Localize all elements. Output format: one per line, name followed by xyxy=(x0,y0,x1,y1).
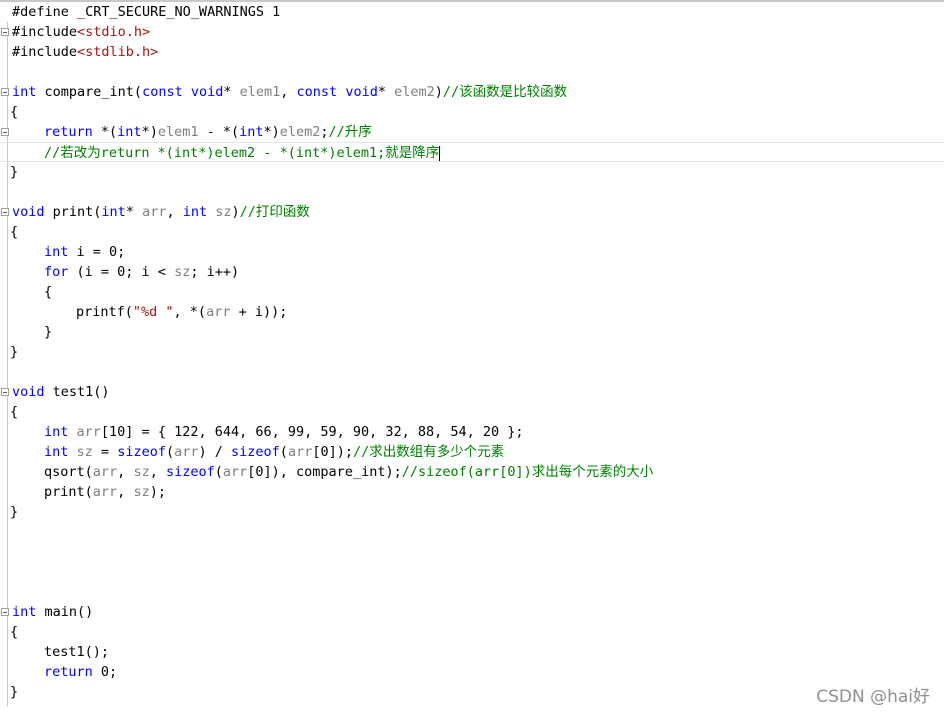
line-text: test1(); xyxy=(44,644,110,660)
line-text: int i = 0; xyxy=(44,244,126,260)
code-line[interactable]: } xyxy=(0,342,944,362)
current-code-line[interactable]: //若改为return *(int*)elem2 - *(int*)elem1;… xyxy=(0,142,944,162)
line-text: #include<stdio.h> xyxy=(12,24,151,40)
line-text: return 0; xyxy=(44,664,118,680)
code-line[interactable]: qsort(arr, sz, sizeof(arr[0]), compare_i… xyxy=(0,462,944,482)
code-line[interactable]: #include<stdio.h> xyxy=(0,22,944,42)
line-text: print(arr, sz); xyxy=(44,484,166,500)
code-line[interactable]: for (i = 0; i < sz; i++) xyxy=(0,262,944,282)
line-text: int main() xyxy=(12,604,94,620)
fold-toggle-icon[interactable] xyxy=(1,28,9,36)
code-line[interactable]: void test1() xyxy=(0,382,944,402)
line-text: printf("%d ", *(arr + i)); xyxy=(76,304,288,320)
code-line[interactable]: test1(); xyxy=(0,642,944,662)
code-line[interactable]: print(arr, sz); xyxy=(0,482,944,502)
code-line[interactable]: printf("%d ", *(arr + i)); xyxy=(0,302,944,322)
line-text: } xyxy=(10,684,19,700)
fold-toggle-icon[interactable] xyxy=(1,608,9,616)
code-line[interactable]: } xyxy=(0,682,944,702)
line-text: void print(int* arr, int sz)//打印函数 xyxy=(12,204,310,220)
line-text: qsort(arr, sz, sizeof(arr[0]), compare_i… xyxy=(44,464,654,480)
line-text: int arr[10] = { 122, 644, 66, 99, 59, 90… xyxy=(44,424,524,440)
code-line[interactable]: { xyxy=(0,102,944,122)
fold-toggle-icon[interactable] xyxy=(1,208,9,216)
line-text: #include<stdlib.h> xyxy=(12,44,159,60)
line-text: { xyxy=(10,104,19,120)
code-line[interactable]: int i = 0; xyxy=(0,242,944,262)
fold-toggle-icon[interactable] xyxy=(1,128,9,136)
code-line[interactable]: { xyxy=(0,282,944,302)
line-text: for (i = 0; i < sz; i++) xyxy=(44,264,240,280)
line-text: { xyxy=(44,284,53,300)
fold-toggle-icon[interactable] xyxy=(1,388,9,396)
code-line[interactable]: #include<stdlib.h> xyxy=(0,42,944,62)
code-editor[interactable]: #define _CRT_SECURE_NO_WARNINGS 1 #inclu… xyxy=(0,0,944,713)
code-line[interactable]: } xyxy=(0,162,944,182)
code-line[interactable]: int arr[10] = { 122, 644, 66, 99, 59, 90… xyxy=(0,422,944,442)
code-line[interactable]: { xyxy=(0,222,944,242)
code-line[interactable]: int compare_int(const void* elem1, const… xyxy=(0,82,944,102)
line-text: { xyxy=(10,624,19,640)
line-text: } xyxy=(10,344,19,360)
line-text: } xyxy=(10,164,19,180)
code-line[interactable]: void print(int* arr, int sz)//打印函数 xyxy=(0,202,944,222)
watermark: CSDN @hai好 xyxy=(816,687,930,707)
code-line[interactable]: int main() xyxy=(0,602,944,622)
line-text: //若改为return *(int*)elem2 - *(int*)elem1;… xyxy=(44,145,441,161)
code-line[interactable]: } xyxy=(0,322,944,342)
line-text: void test1() xyxy=(12,384,110,400)
line-text: #define _CRT_SECURE_NO_WARNINGS 1 xyxy=(12,4,281,20)
code-line[interactable]: #define _CRT_SECURE_NO_WARNINGS 1 xyxy=(0,2,944,22)
code-line[interactable]: } xyxy=(0,502,944,522)
code-line[interactable]: int sz = sizeof(arr) / sizeof(arr[0]);//… xyxy=(0,442,944,462)
line-text: int compare_int(const void* elem1, const… xyxy=(12,84,568,100)
line-text: { xyxy=(10,224,19,240)
line-text: } xyxy=(10,504,19,520)
line-text: int sz = sizeof(arr) / sizeof(arr[0]);//… xyxy=(44,444,505,460)
code-line[interactable]: { xyxy=(0,402,944,422)
line-text: return *(int*)elem1 - *(int*)elem2;//升序 xyxy=(44,124,372,140)
line-text: } xyxy=(44,324,53,340)
code-line[interactable]: { xyxy=(0,622,944,642)
line-text: { xyxy=(10,404,19,420)
text-caret xyxy=(439,145,441,161)
code-line[interactable]: return 0; xyxy=(0,662,944,682)
fold-toggle-icon[interactable] xyxy=(1,88,9,96)
code-line[interactable]: return *(int*)elem1 - *(int*)elem2;//升序 xyxy=(0,122,944,142)
